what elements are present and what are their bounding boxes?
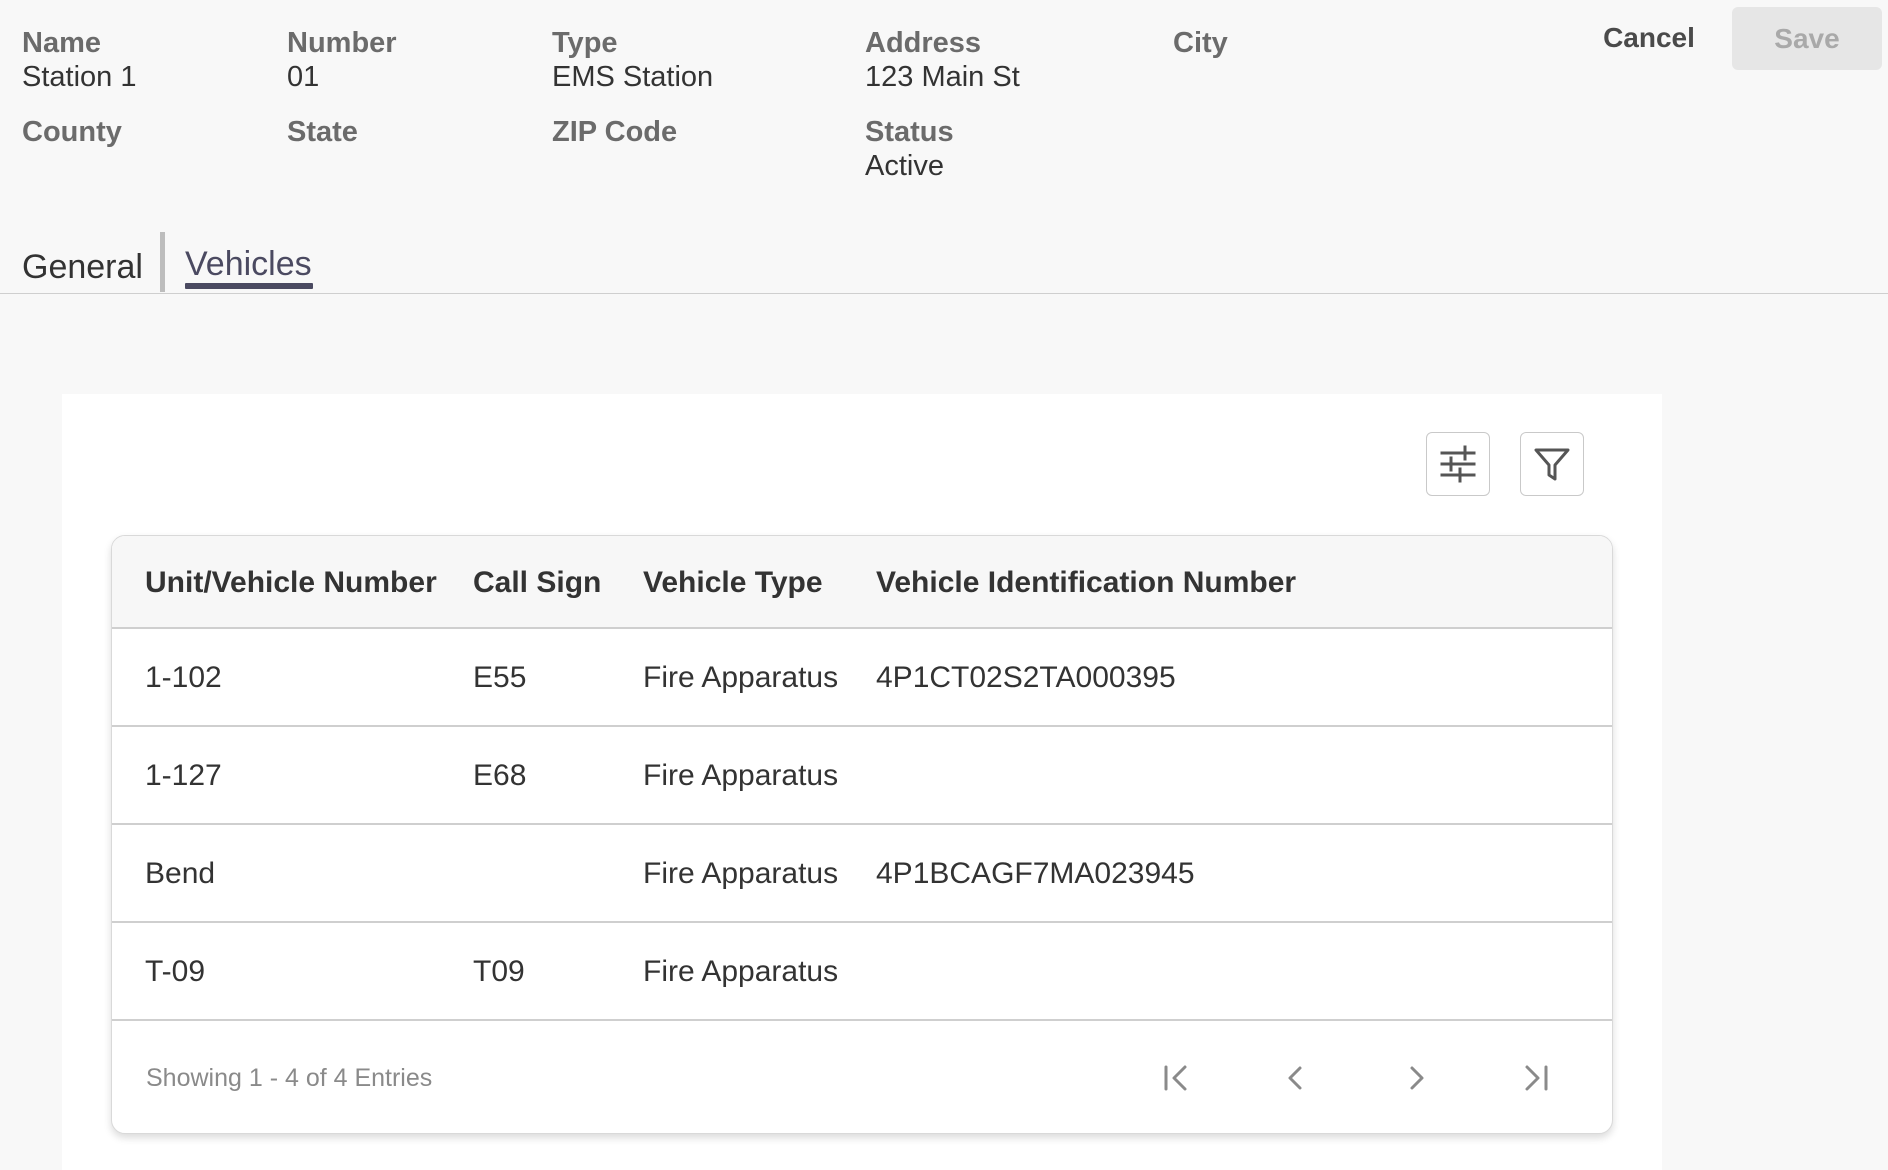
table-row[interactable]: 1-127 E68 Fire Apparatus xyxy=(112,727,1612,825)
tab-bar: General Vehicles xyxy=(0,230,1888,294)
field-address: Address 123 Main St xyxy=(865,26,1020,94)
first-page-button[interactable] xyxy=(1156,1058,1196,1098)
column-header-call-sign[interactable]: Call Sign xyxy=(473,536,601,629)
cancel-button[interactable]: Cancel xyxy=(1594,14,1704,62)
field-state: State xyxy=(287,115,358,149)
filter-icon xyxy=(1534,448,1570,481)
column-header-unit-number[interactable]: Unit/Vehicle Number xyxy=(145,536,437,629)
table-row[interactable]: 1-102 E55 Fire Apparatus 4P1CT02S2TA0003… xyxy=(112,629,1612,727)
field-status-value: Active xyxy=(865,150,944,182)
column-header-vin[interactable]: Vehicle Identification Number xyxy=(876,536,1296,629)
next-page-button[interactable] xyxy=(1396,1058,1436,1098)
field-state-label: State xyxy=(287,116,358,148)
previous-page-button[interactable] xyxy=(1276,1058,1316,1098)
sliders-icon xyxy=(1440,445,1476,483)
cell-vehicle-type: Fire Apparatus xyxy=(643,955,839,988)
field-type-value: EMS Station xyxy=(552,61,714,93)
vehicles-panel: Unit/Vehicle Number Call Sign Vehicle Ty… xyxy=(62,394,1662,1170)
chevron-left-icon xyxy=(1288,1066,1302,1090)
cell-unit-number: 1-102 xyxy=(145,661,222,694)
save-button[interactable]: Save xyxy=(1732,7,1882,70)
active-tab-indicator xyxy=(185,283,313,289)
cell-call-sign: E55 xyxy=(473,661,527,694)
cell-call-sign: T09 xyxy=(473,955,525,988)
cell-unit-number: 1-127 xyxy=(145,759,222,792)
table-footer: Showing 1 - 4 of 4 Entries xyxy=(112,1021,1612,1133)
field-zip: ZIP Code xyxy=(552,115,677,149)
table-header: Unit/Vehicle Number Call Sign Vehicle Ty… xyxy=(112,536,1612,629)
cell-unit-number: Bend xyxy=(145,857,216,890)
field-city-label: City xyxy=(1173,27,1228,59)
field-county: County xyxy=(22,115,122,149)
field-type: Type EMS Station xyxy=(552,26,713,94)
cell-vin: 4P1CT02S2TA000395 xyxy=(876,661,1176,694)
field-type-label: Type xyxy=(552,27,618,59)
field-address-label: Address xyxy=(865,27,982,59)
field-status-label: Status xyxy=(865,116,954,148)
tab-vehicles[interactable]: Vehicles xyxy=(185,245,312,284)
cell-unit-number: T-09 xyxy=(145,955,206,988)
field-name-label: Name xyxy=(22,27,101,59)
field-status: Status Active xyxy=(865,115,954,183)
field-zip-label: ZIP Code xyxy=(552,116,678,148)
field-number: Number 01 xyxy=(287,26,397,94)
entries-count: Showing 1 - 4 of 4 Entries xyxy=(146,1064,433,1092)
tab-divider xyxy=(160,232,165,292)
field-city: City xyxy=(1173,26,1228,60)
column-header-vehicle-type[interactable]: Vehicle Type xyxy=(643,536,823,629)
field-name-value: Station 1 xyxy=(22,61,137,93)
field-county-label: County xyxy=(22,116,122,148)
table-row[interactable]: Bend Fire Apparatus 4P1BCAGF7MA023945 xyxy=(112,825,1612,923)
vehicles-table: Unit/Vehicle Number Call Sign Vehicle Ty… xyxy=(111,535,1613,1134)
field-number-value: 01 xyxy=(287,61,320,93)
cell-vehicle-type: Fire Apparatus xyxy=(643,661,839,694)
last-page-button[interactable] xyxy=(1516,1058,1556,1098)
chevron-right-icon xyxy=(1410,1066,1424,1090)
field-number-label: Number xyxy=(287,27,397,59)
cell-vehicle-type: Fire Apparatus xyxy=(643,759,839,792)
cell-vin: 4P1BCAGF7MA023945 xyxy=(876,857,1195,890)
filter-button[interactable] xyxy=(1520,432,1584,496)
field-address-value: 123 Main St xyxy=(865,61,1020,93)
cell-vehicle-type: Fire Apparatus xyxy=(643,857,839,890)
tab-general[interactable]: General xyxy=(22,248,143,287)
last-page-icon xyxy=(1525,1065,1548,1091)
table-row[interactable]: T-09 T09 Fire Apparatus xyxy=(112,923,1612,1021)
first-page-icon xyxy=(1164,1065,1187,1091)
field-name: Name Station 1 xyxy=(22,26,136,94)
column-settings-button[interactable] xyxy=(1426,432,1490,496)
cell-call-sign: E68 xyxy=(473,759,527,792)
